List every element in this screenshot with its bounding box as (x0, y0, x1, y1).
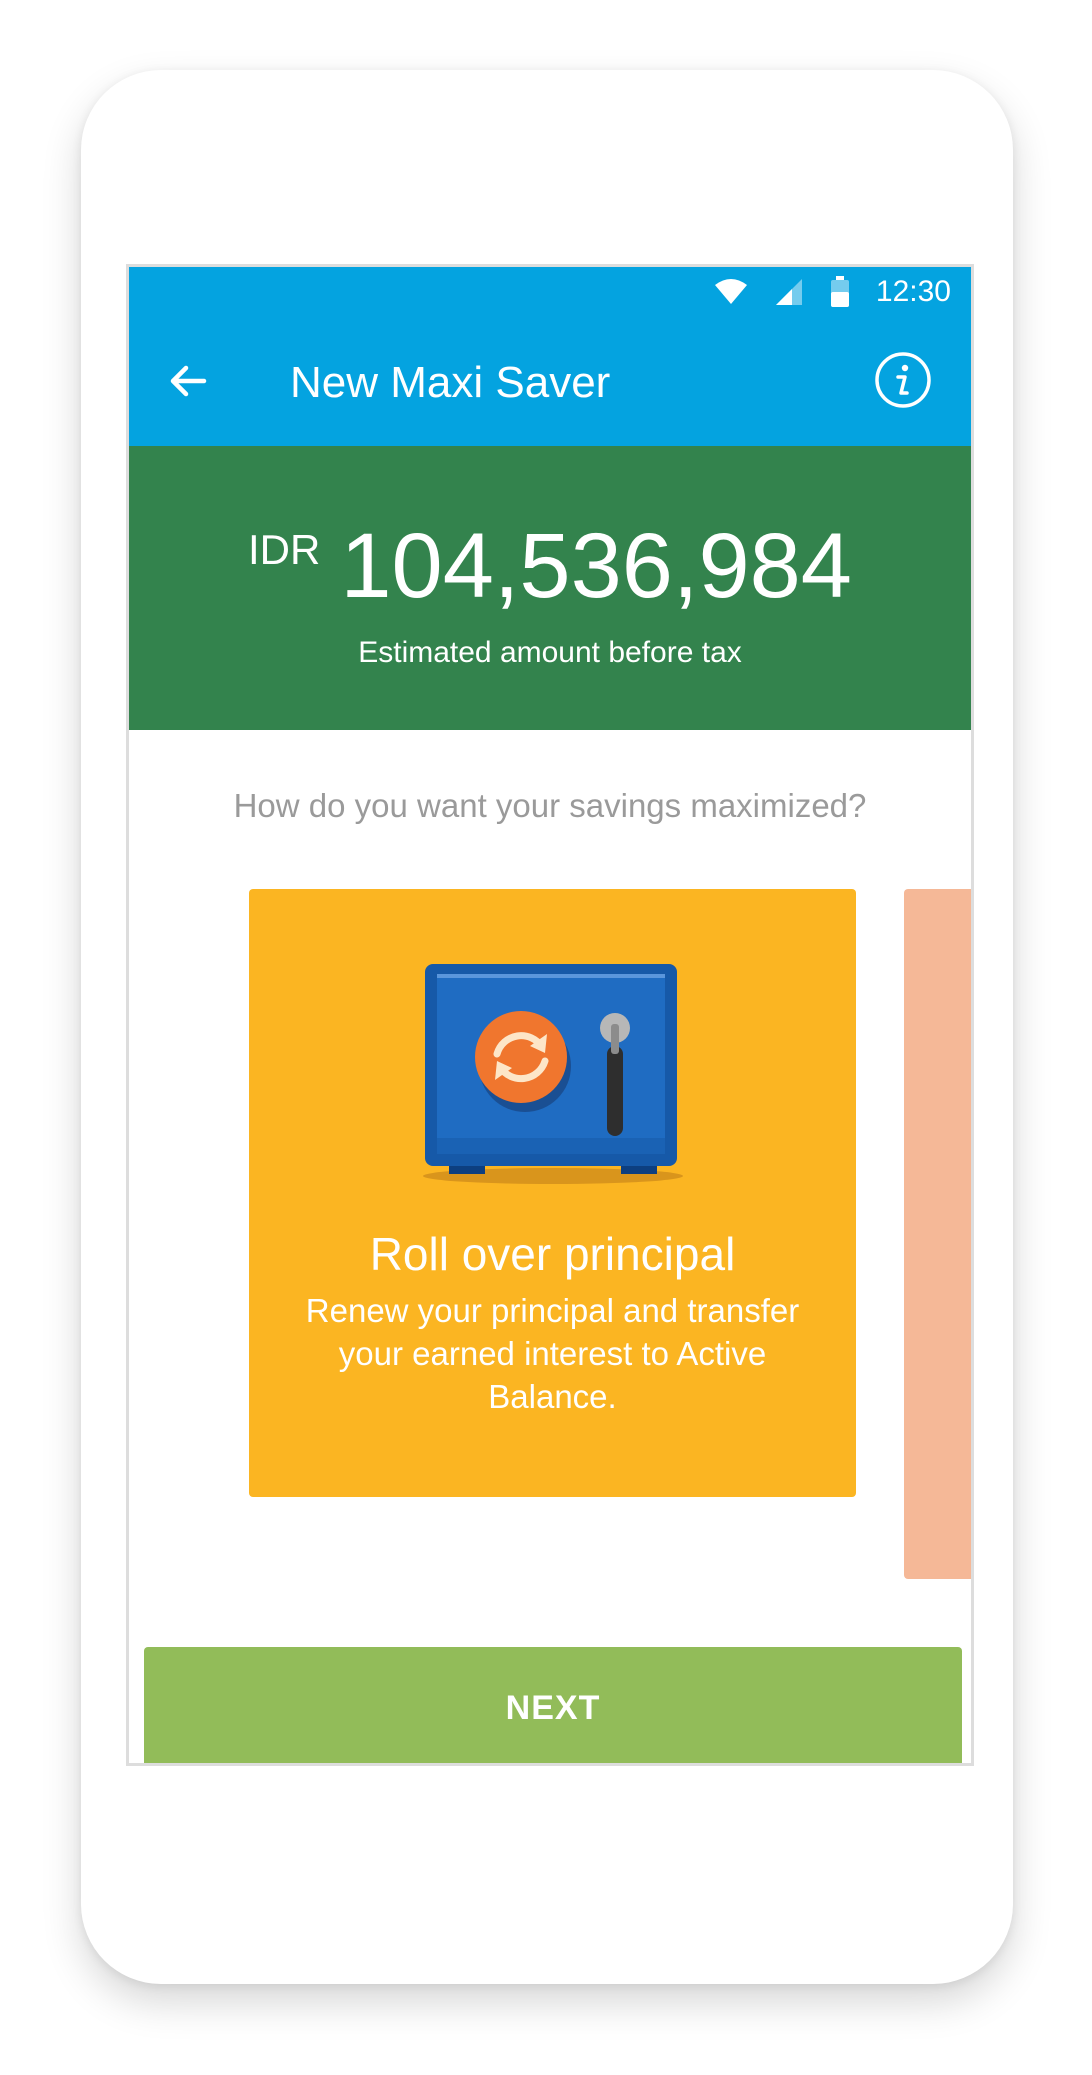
app-bar: New Maxi Saver (129, 317, 971, 446)
app-screen: 12:30 New Maxi Saver IDR 104,536,984 Esti… (126, 264, 974, 1766)
amount-line: IDR 104,536,984 (129, 516, 971, 616)
battery-icon (830, 276, 849, 307)
estimated-amount-panel: IDR 104,536,984 Estimated amount before t… (129, 446, 971, 730)
status-bar: 12:30 (129, 267, 971, 317)
next-button[interactable]: NEXT (144, 1647, 962, 1763)
option-description: Renew your principal and transfer your e… (305, 1292, 800, 1415)
status-icons: 12:30 (714, 275, 951, 309)
option-card-next-peek[interactable] (904, 889, 971, 1579)
status-time: 12:30 (875, 275, 951, 308)
info-icon[interactable] (873, 350, 933, 410)
back-arrow-icon[interactable] (164, 357, 212, 405)
safe-icon (423, 964, 683, 1184)
option-card-roll-over[interactable]: Roll over principal Renew your principal… (249, 889, 856, 1497)
signal-icon (775, 279, 802, 305)
currency-code: IDR (248, 526, 321, 573)
estimated-amount: 104,536,984 (340, 515, 852, 617)
savings-question: How do you want your savings maximized? (233, 787, 867, 824)
option-title: Roll over principal (369, 1228, 736, 1280)
wifi-icon (714, 279, 747, 304)
amount-caption: Estimated amount before tax (358, 636, 742, 669)
page-title: New Maxi Saver (290, 358, 611, 407)
